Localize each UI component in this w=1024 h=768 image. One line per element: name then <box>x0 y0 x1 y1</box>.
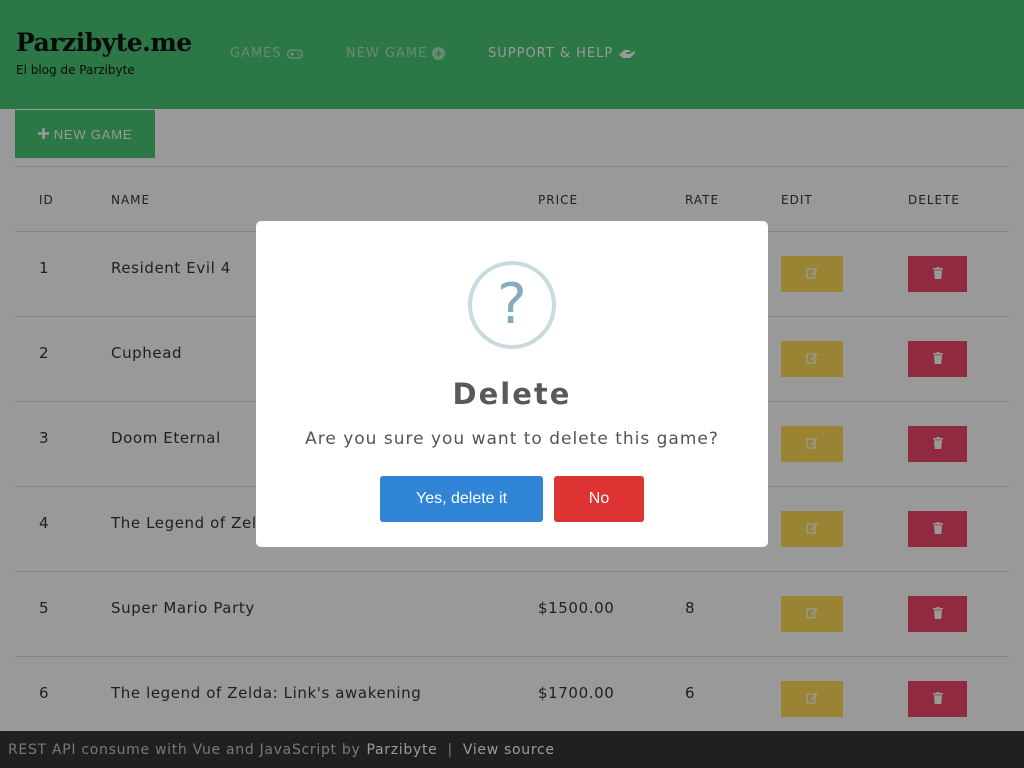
footer-separator: | <box>447 741 453 758</box>
footer-view-source-link[interactable]: View source <box>463 742 555 758</box>
dialog-message: Are you sure you want to delete this gam… <box>305 429 719 449</box>
footer-text: REST API consume with Vue and JavaScript… <box>8 741 361 758</box>
confirm-delete-button[interactable]: Yes, delete it <box>380 476 543 522</box>
question-icon: ? <box>468 261 556 349</box>
footer: REST API consume with Vue and JavaScript… <box>0 731 1024 768</box>
footer-author-link[interactable]: Parzibyte <box>366 742 437 758</box>
delete-confirm-dialog: ? Delete Are you sure you want to delete… <box>256 221 768 547</box>
cancel-button[interactable]: No <box>554 476 644 522</box>
question-mark: ? <box>497 272 527 337</box>
dialog-title: Delete <box>452 377 572 411</box>
